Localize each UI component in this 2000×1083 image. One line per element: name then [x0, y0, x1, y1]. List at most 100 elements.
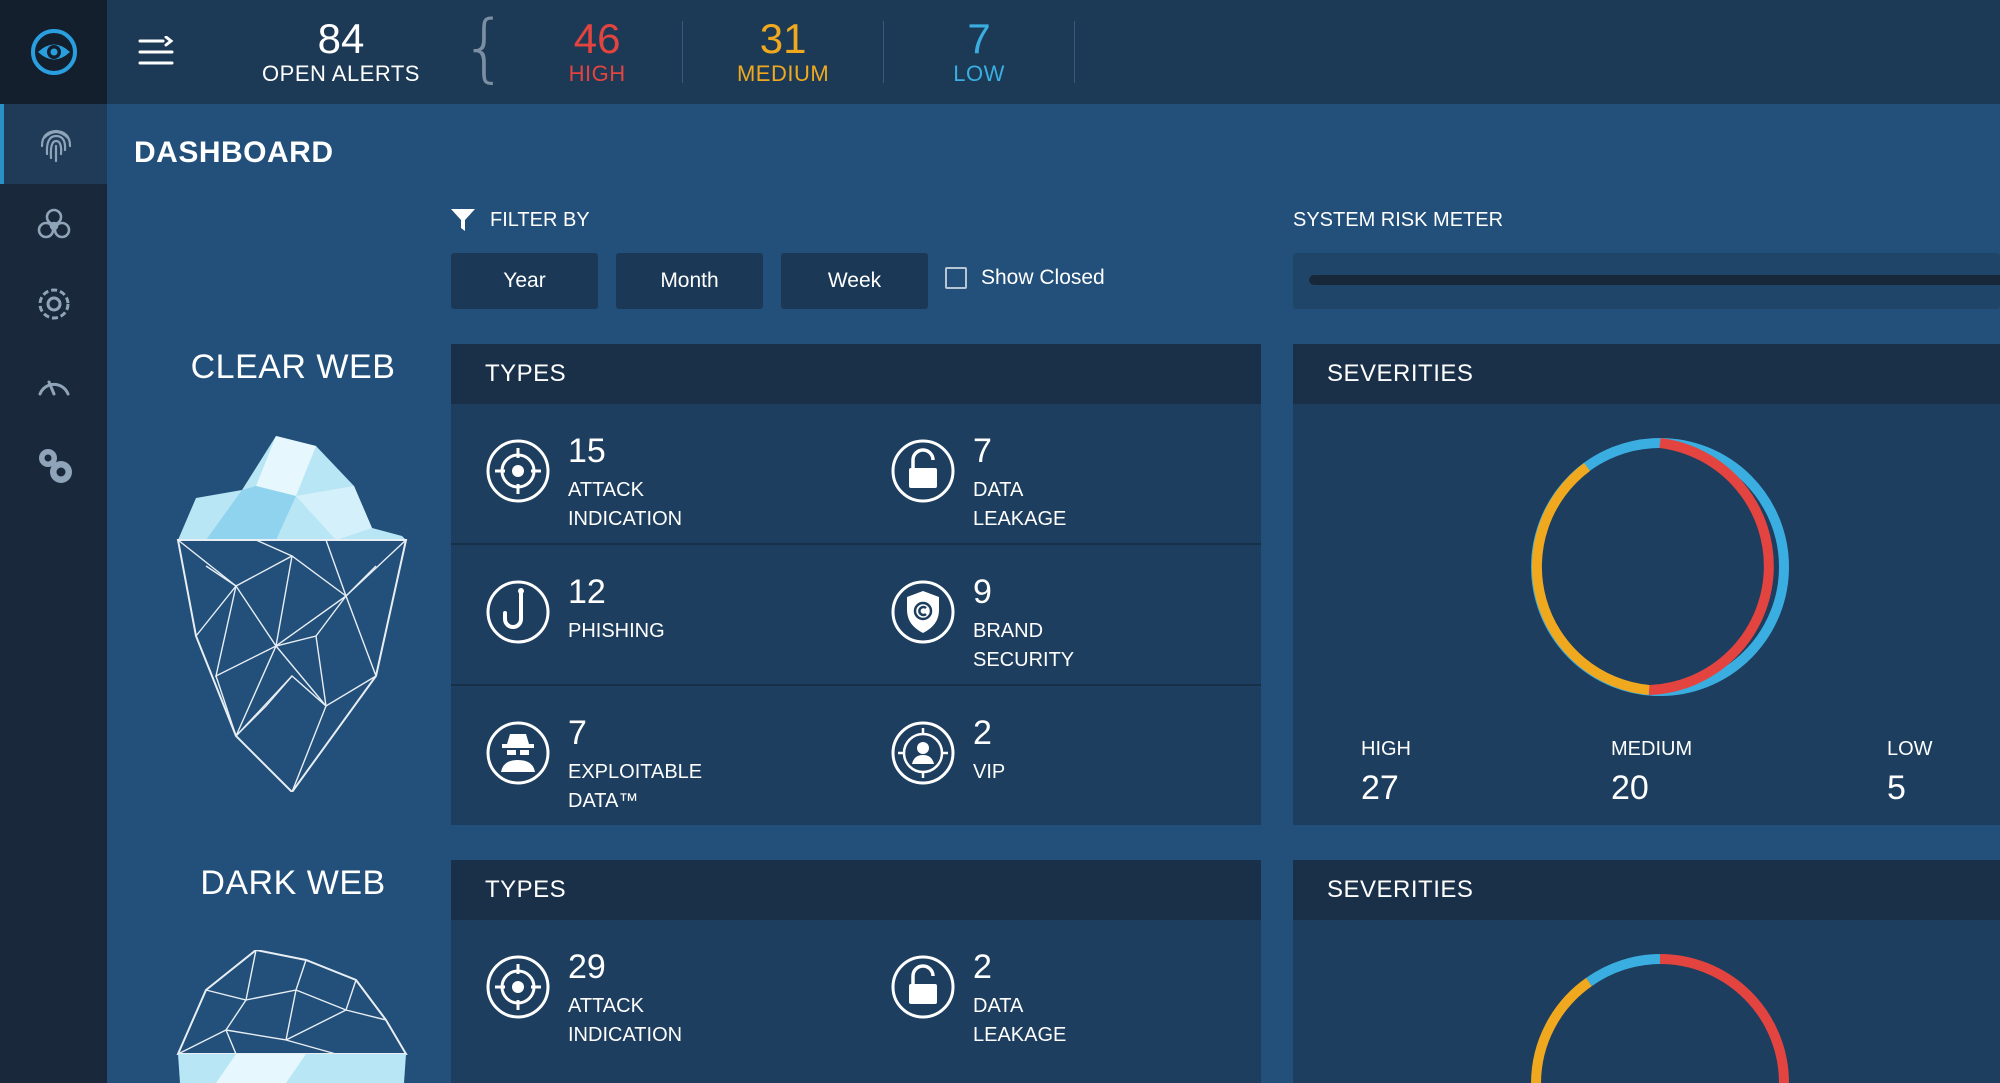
filter-by-label: FILTER BY	[450, 207, 590, 233]
show-closed-label: Show Closed	[981, 266, 1105, 289]
type-exploitable-data[interactable]: 7 EXPLOITABLE DATA™	[451, 686, 856, 827]
filter-year-button[interactable]: Year	[451, 253, 598, 309]
gauge-icon	[38, 380, 69, 396]
severity-donut-chart	[1531, 438, 1789, 696]
type-label: PHISHING	[568, 620, 665, 642]
types-row: 12 PHISHING 9 BRAND SECURITY	[451, 545, 1261, 686]
biohazard-icon	[37, 208, 70, 239]
brace-divider: {	[461, 5, 509, 91]
gears-icon	[38, 449, 72, 483]
severities-header: SEVERITIES	[1293, 860, 2000, 920]
filter-by-text: FILTER BY	[490, 208, 590, 231]
type-brand-security[interactable]: 9 BRAND SECURITY	[856, 545, 1261, 684]
show-closed-toggle[interactable]: Show Closed	[945, 266, 1105, 290]
vip-user-icon	[891, 721, 955, 785]
sidebar-item-risk[interactable]	[0, 344, 107, 424]
type-label: ATTACK INDICATION	[568, 479, 683, 530]
open-alerts-stat[interactable]: 84 OPEN ALERTS	[231, 17, 451, 87]
sidebar	[0, 0, 107, 1083]
unlock-icon	[891, 955, 955, 1019]
target-settings-icon	[38, 288, 69, 320]
severities-header: SEVERITIES	[1293, 344, 2000, 404]
shield-copyright-icon	[891, 580, 955, 644]
high-alerts-label: HIGH	[568, 61, 626, 86]
types-header: TYPES	[451, 860, 1261, 920]
severity-count: 20	[1611, 769, 1649, 807]
unlock-icon	[891, 439, 955, 503]
dark-web-severities-panel: SEVERITIES	[1293, 860, 2000, 1083]
type-count: 29	[568, 948, 606, 986]
risk-meter-label: SYSTEM RISK METER	[1293, 209, 1504, 231]
types-row: 15 ATTACK INDICATION 7 DATA LEAKAGE	[451, 404, 1261, 545]
fingerprint-icon	[40, 129, 71, 163]
page-title: DASHBOARD	[134, 136, 334, 169]
target-icon	[486, 439, 550, 503]
severity-low[interactable]: LOW 5	[1887, 738, 1933, 808]
hamburger-menu-icon	[138, 36, 174, 65]
clear-web-label: CLEAR WEB	[190, 348, 396, 386]
target-icon	[486, 955, 550, 1019]
sidebar-item-dashboard[interactable]	[0, 104, 107, 184]
medium-alerts-label: MEDIUM	[736, 61, 830, 86]
type-count: 15	[568, 432, 606, 470]
spy-icon	[486, 721, 550, 785]
filter-month-button[interactable]: Month	[616, 253, 763, 309]
medium-alerts-count: 31	[759, 15, 807, 62]
iceberg-clear-web-icon	[176, 436, 408, 792]
type-data-leakage[interactable]: 2 DATA LEAKAGE	[856, 920, 1261, 1061]
medium-alerts-stat[interactable]: 31 MEDIUM	[703, 17, 863, 87]
logo[interactable]	[0, 0, 107, 104]
type-attack-indication[interactable]: 15 ATTACK INDICATION	[451, 404, 856, 543]
type-count: 2	[973, 948, 992, 986]
type-count: 7	[973, 432, 992, 470]
top-bar: 84 OPEN ALERTS { 46 HIGH 31 MEDIUM 7 LOW	[107, 0, 2000, 104]
type-label: ATTACK INDICATION	[568, 995, 683, 1046]
type-count: 2	[973, 714, 992, 752]
risk-meter	[1293, 253, 2000, 309]
high-alerts-stat[interactable]: 46 HIGH	[532, 17, 662, 87]
clear-web-types-panel: TYPES 15 ATTACK INDICATION 7 DATA LEAKAG…	[451, 344, 1261, 825]
severity-medium[interactable]: MEDIUM 20	[1611, 738, 1692, 808]
sidebar-item-targets[interactable]	[0, 264, 107, 344]
severity-label: HIGH	[1361, 738, 1411, 760]
risk-meter-bar	[1309, 275, 2000, 285]
severity-donut-chart	[1531, 954, 1789, 1083]
filter-week-button[interactable]: Week	[781, 253, 928, 309]
dark-web-types-panel: TYPES 29 ATTACK INDICATION 2 DATA LEAKAG…	[451, 860, 1261, 1083]
severity-high[interactable]: HIGH 27	[1361, 738, 1411, 808]
type-label: DATA LEAKAGE	[973, 995, 1067, 1046]
type-label: DATA LEAKAGE	[973, 479, 1067, 530]
severity-label: LOW	[1887, 738, 1933, 760]
type-label: VIP	[973, 761, 1006, 783]
iceberg-dark-web-icon	[176, 950, 408, 1083]
low-alerts-label: LOW	[953, 61, 1005, 86]
severity-count: 27	[1361, 769, 1399, 807]
type-count: 9	[973, 573, 992, 611]
clear-web-severities-panel: SEVERITIES HIGH 27 MEDIUM 20 LOW 5	[1293, 344, 2000, 825]
type-attack-indication[interactable]: 29 ATTACK INDICATION	[451, 920, 856, 1061]
types-header: TYPES	[451, 344, 1261, 404]
type-label: BRAND SECURITY	[973, 620, 1075, 671]
severity-count: 5	[1887, 769, 1906, 807]
types-row: 29 ATTACK INDICATION 2 DATA LEAKAGE	[451, 920, 1261, 1061]
open-alerts-count: 84	[317, 15, 365, 62]
sidebar-item-threats[interactable]	[0, 184, 107, 264]
high-alerts-count: 46	[573, 15, 621, 62]
eye-logo-icon	[30, 29, 77, 75]
type-label: EXPLOITABLE DATA™	[568, 761, 703, 812]
low-alerts-count: 7	[967, 15, 991, 62]
type-vip[interactable]: 2 VIP	[856, 686, 1261, 827]
low-alerts-stat[interactable]: 7 LOW	[904, 17, 1054, 87]
types-row: 7 EXPLOITABLE DATA™ 2 VIP	[451, 686, 1261, 827]
divider	[883, 21, 885, 83]
divider	[682, 21, 684, 83]
severity-label: MEDIUM	[1611, 738, 1693, 760]
type-data-leakage[interactable]: 7 DATA LEAKAGE	[856, 404, 1261, 543]
open-alerts-label: OPEN ALERTS	[262, 61, 420, 86]
hook-icon	[486, 580, 550, 644]
show-closed-checkbox[interactable]	[945, 267, 967, 289]
type-count: 12	[568, 573, 606, 611]
type-phishing[interactable]: 12 PHISHING	[451, 545, 856, 684]
sidebar-item-settings[interactable]	[0, 424, 107, 504]
menu-toggle-button[interactable]	[137, 36, 221, 68]
